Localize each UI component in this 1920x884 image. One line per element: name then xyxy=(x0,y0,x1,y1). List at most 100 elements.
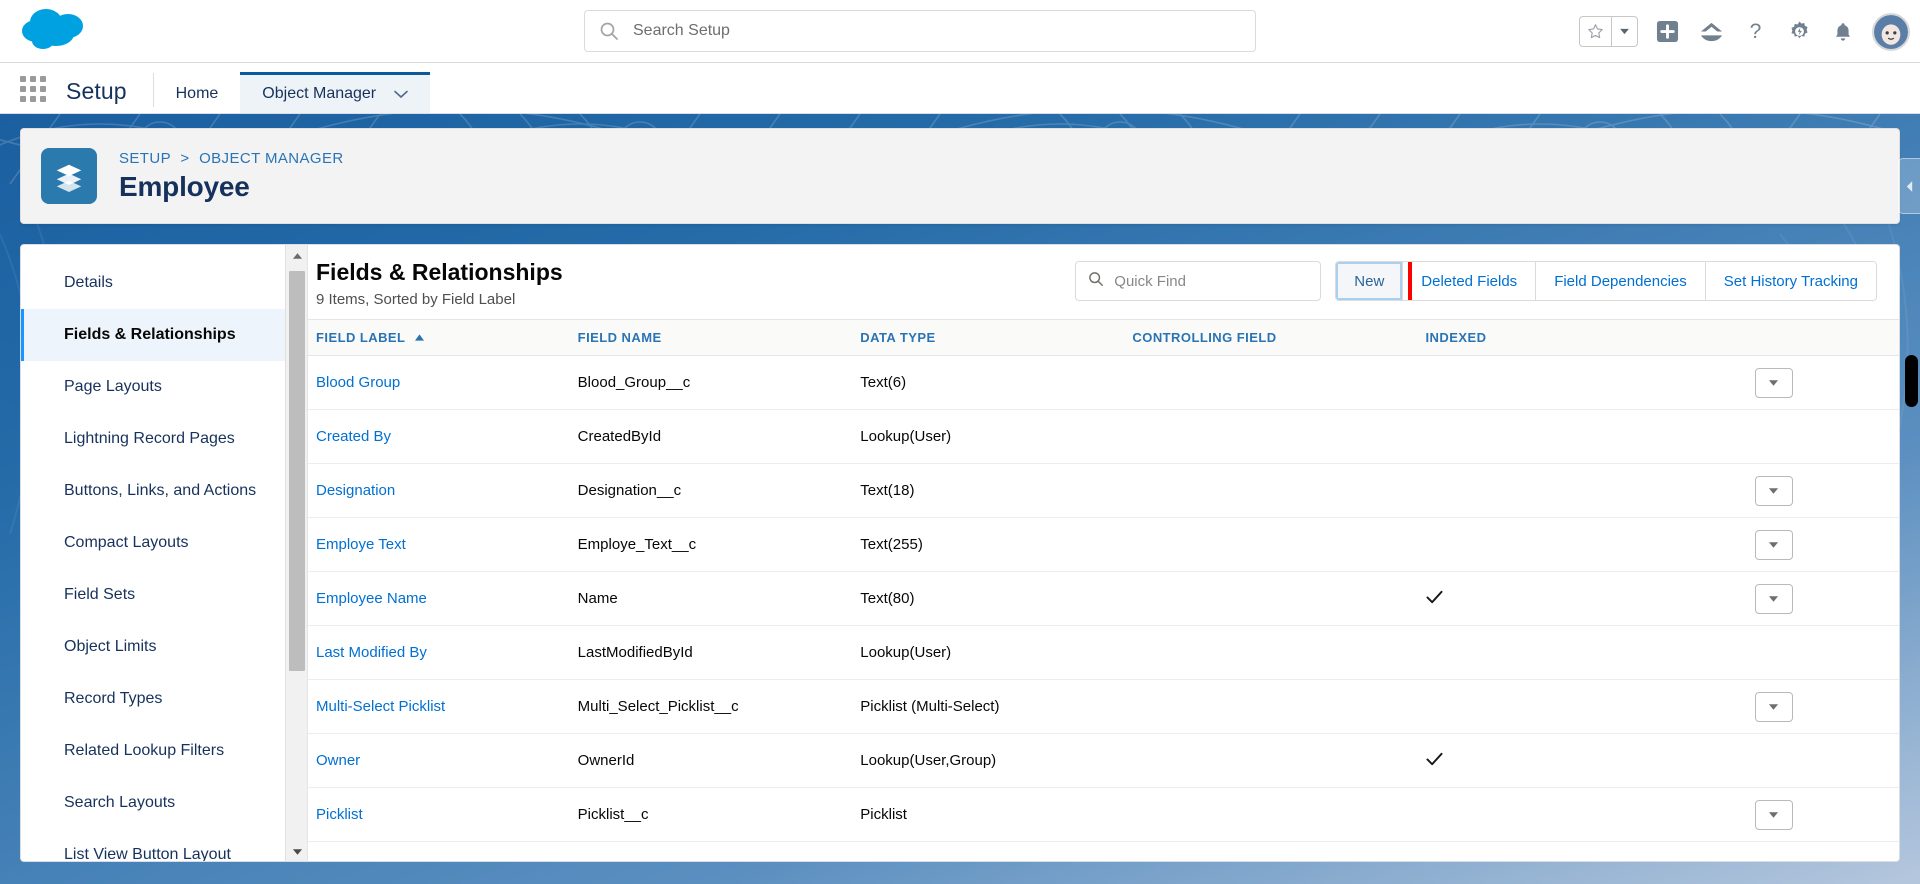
setup-gear-icon[interactable] xyxy=(1784,17,1814,47)
chevron-down-icon[interactable] xyxy=(394,90,408,99)
tab-home[interactable]: Home xyxy=(154,72,241,113)
field-label-link[interactable]: Employee Name xyxy=(316,590,427,607)
cell-field-name: Multi_Select_Picklist__c xyxy=(569,679,853,734)
sidebar-scrollbar[interactable] xyxy=(285,245,308,861)
page-scrollbar-thumb[interactable] xyxy=(1905,355,1918,407)
app-launcher-waffle-icon[interactable] xyxy=(20,75,48,103)
cell-field-name: Blood_Group__c xyxy=(569,355,853,410)
tab-home-label: Home xyxy=(175,85,219,102)
row-menu-button[interactable] xyxy=(1754,529,1793,560)
notifications-bell-icon[interactable] xyxy=(1828,17,1858,47)
cell-field-name: LastModifiedById xyxy=(569,625,853,680)
collapse-panel-button[interactable] xyxy=(1898,158,1920,214)
cell-row-actions xyxy=(1658,355,1899,410)
indexed-check-icon xyxy=(1425,590,1443,604)
panel-button-group: New Deleted Fields Field Dependencies Se… xyxy=(1335,261,1877,301)
column-header-field-label[interactable]: FIELD LABEL xyxy=(308,319,570,356)
sidebar-item-label: Field Sets xyxy=(64,586,136,603)
sidebar-item-list-view-button-layout[interactable]: List View Button Layout xyxy=(21,829,307,861)
favorites-caret-icon[interactable] xyxy=(1611,17,1637,46)
global-search-box[interactable] xyxy=(584,10,1256,52)
sidebar-item-lightning-record-pages[interactable]: Lightning Record Pages xyxy=(21,413,307,465)
field-label-link[interactable]: Blood Group xyxy=(316,374,400,391)
scroll-up-arrow-icon[interactable] xyxy=(286,245,308,267)
learning-hut-icon[interactable] xyxy=(1696,17,1726,47)
breadcrumb-setup[interactable]: SETUP xyxy=(119,150,171,167)
breadcrumb-separator: > xyxy=(180,149,190,167)
cell-data-type: Text(6) xyxy=(852,355,1125,410)
sidebar-item-label: Lightning Record Pages xyxy=(64,430,235,447)
row-menu-button[interactable] xyxy=(1754,475,1793,506)
sidebar-item-page-layouts[interactable]: Page Layouts xyxy=(21,361,307,413)
sidebar-item-fields-relationships[interactable]: Fields & Relationships xyxy=(21,309,307,361)
salesforce-cloud-logo[interactable] xyxy=(16,4,94,59)
search-input[interactable] xyxy=(633,22,1193,40)
cell-field-label: Last Modified By xyxy=(308,625,570,680)
cell-row-actions xyxy=(1658,517,1899,572)
quick-find-box[interactable] xyxy=(1075,261,1322,301)
cell-data-type: Picklist (Multi-Select) xyxy=(852,679,1125,734)
column-header-actions xyxy=(1658,319,1899,356)
avatar[interactable] xyxy=(1872,12,1910,51)
cell-controlling-field xyxy=(1124,733,1418,788)
cell-controlling-field xyxy=(1124,679,1418,734)
row-menu-button[interactable] xyxy=(1754,367,1793,398)
column-header-indexed[interactable]: INDEXED xyxy=(1417,319,1659,356)
indexed-check-icon xyxy=(1425,752,1443,766)
cell-field-name: Employe_Text__c xyxy=(569,517,853,572)
field-label-link[interactable]: Created By xyxy=(316,428,391,445)
sidebar-item-object-limits[interactable]: Object Limits xyxy=(21,621,307,673)
favorites-group[interactable] xyxy=(1579,16,1638,47)
sidebar-item-compact-layouts[interactable]: Compact Layouts xyxy=(21,517,307,569)
object-sidebar: Details Fields & Relationships Page Layo… xyxy=(21,245,308,861)
sidebar-item-label: Buttons, Links, and Actions xyxy=(64,482,257,499)
table-body: Blood Group Blood_Group__c Text(6) Creat… xyxy=(308,355,1899,842)
cell-indexed xyxy=(1417,625,1659,680)
new-field-button[interactable]: New xyxy=(1336,262,1404,300)
field-label-link[interactable]: Designation xyxy=(316,482,395,499)
sort-ascending-icon[interactable] xyxy=(415,334,425,341)
column-header-label: FIELD NAME xyxy=(577,330,662,345)
sidebar-item-buttons-links-actions[interactable]: Buttons, Links, and Actions xyxy=(21,465,307,517)
column-header-data-type[interactable]: DATA TYPE xyxy=(852,319,1125,356)
sidebar-item-details[interactable]: Details xyxy=(21,257,307,309)
deleted-fields-button[interactable]: Deleted Fields xyxy=(1403,262,1537,300)
table-row: Employe Text Employe_Text__c Text(255) xyxy=(308,517,1899,572)
setup-title: Setup xyxy=(66,78,127,104)
table-row: Employee Name Name Text(80) xyxy=(308,571,1899,626)
sidebar-item-label: Related Lookup Filters xyxy=(64,742,225,759)
quick-find-input[interactable] xyxy=(1114,272,1290,290)
field-label-link[interactable]: Employe Text xyxy=(316,536,406,553)
favorites-star-icon[interactable] xyxy=(1580,17,1611,46)
tab-object-manager[interactable]: Object Manager xyxy=(240,72,431,113)
sidebar-item-record-types[interactable]: Record Types xyxy=(21,673,307,725)
field-label-link[interactable]: Picklist xyxy=(316,806,363,823)
sidebar-item-label: Details xyxy=(64,274,113,291)
field-label-link[interactable]: Owner xyxy=(316,752,360,769)
row-menu-button[interactable] xyxy=(1754,583,1793,614)
add-icon[interactable] xyxy=(1652,17,1682,47)
set-history-tracking-button[interactable]: Set History Tracking xyxy=(1705,262,1876,300)
sidebar-item-related-lookup-filters[interactable]: Related Lookup Filters xyxy=(21,725,307,777)
breadcrumb-object-manager[interactable]: OBJECT MANAGER xyxy=(199,150,344,167)
column-header-controlling-field[interactable]: CONTROLLING FIELD xyxy=(1124,319,1418,356)
column-header-field-name[interactable]: FIELD NAME xyxy=(569,319,853,356)
cell-data-type: Text(18) xyxy=(852,463,1125,518)
scroll-down-arrow-icon[interactable] xyxy=(286,841,308,861)
sidebar-item-field-sets[interactable]: Field Sets xyxy=(21,569,307,621)
scrollbar-thumb[interactable] xyxy=(289,271,305,671)
new-field-button-label: New xyxy=(1354,272,1385,290)
field-label-link[interactable]: Multi-Select Picklist xyxy=(316,698,445,715)
cell-controlling-field xyxy=(1124,517,1418,572)
table-row: Last Modified By LastModifiedById Lookup… xyxy=(308,625,1899,680)
row-menu-button[interactable] xyxy=(1754,691,1793,722)
row-menu-button[interactable] xyxy=(1754,799,1793,830)
cell-data-type: Picklist xyxy=(852,787,1125,842)
field-dependencies-button[interactable]: Field Dependencies xyxy=(1536,262,1706,300)
cell-indexed xyxy=(1417,679,1659,734)
setup-nav-bar: Setup Home Object Manager xyxy=(0,63,1920,114)
field-label-link[interactable]: Last Modified By xyxy=(316,644,427,661)
help-icon[interactable]: ? xyxy=(1740,17,1770,47)
sidebar-item-search-layouts[interactable]: Search Layouts xyxy=(21,777,307,829)
fields-table: FIELD LABEL FIELD NAME DATA TYPE CONTROL… xyxy=(308,319,1899,842)
